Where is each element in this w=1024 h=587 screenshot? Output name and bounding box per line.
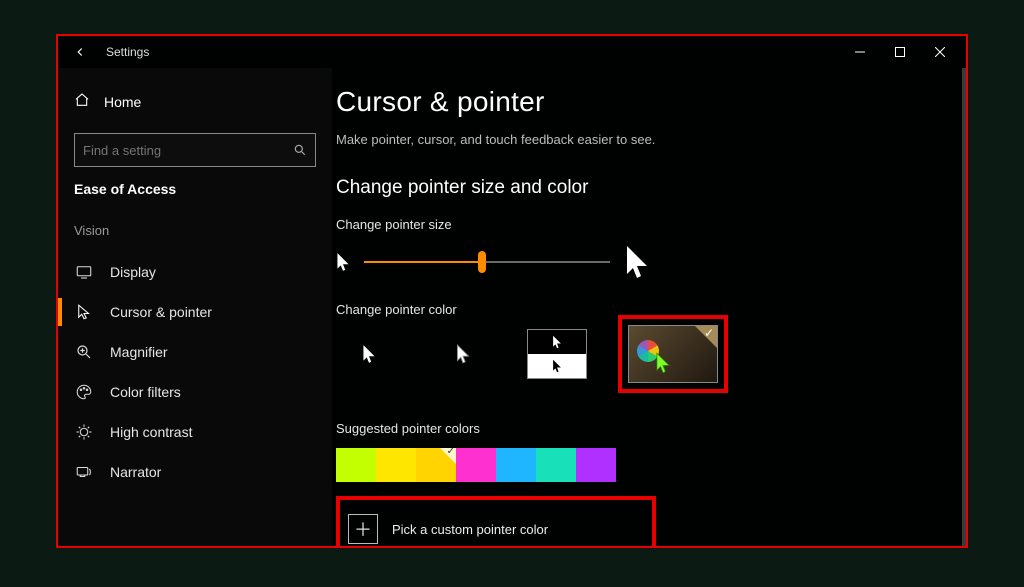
color-swatch[interactable] <box>576 448 616 482</box>
page-title: Cursor & pointer <box>336 86 946 118</box>
magnifier-icon <box>74 343 94 361</box>
color-swatch[interactable] <box>456 448 496 482</box>
page-description: Make pointer, cursor, and touch feedback… <box>336 132 946 147</box>
color-swatch[interactable] <box>536 448 576 482</box>
sidebar-item-cursor-pointer[interactable]: Cursor & pointer <box>68 292 322 332</box>
sidebar-item-display[interactable]: Display <box>68 252 322 292</box>
narrator-icon <box>74 463 94 481</box>
color-swatch[interactable] <box>336 448 376 482</box>
color-swatch[interactable] <box>376 448 416 482</box>
cursor-icon <box>74 303 94 321</box>
window-title: Settings <box>106 45 149 59</box>
maximize-button[interactable] <box>880 38 920 66</box>
sidebar-item-label: High contrast <box>110 424 192 440</box>
cursor-inverted-top-icon <box>552 335 562 349</box>
back-button[interactable] <box>68 40 92 64</box>
arrow-left-icon <box>73 45 87 59</box>
content-scrollbar[interactable] <box>962 68 966 546</box>
pointer-color-black[interactable] <box>430 329 496 379</box>
sidebar-item-high-contrast[interactable]: High contrast <box>68 412 322 452</box>
cursor-white-icon <box>362 344 376 364</box>
pointer-size-slider-row <box>336 244 946 280</box>
home-icon <box>74 92 90 111</box>
display-icon <box>74 263 94 281</box>
sidebar-item-label: Narrator <box>110 464 161 480</box>
minimize-button[interactable] <box>840 38 880 66</box>
sidebar-home[interactable]: Home <box>68 82 322 121</box>
palette-icon <box>74 383 94 401</box>
plus-icon: ＋ <box>354 516 372 542</box>
pointer-size-label: Change pointer size <box>336 217 946 232</box>
cursor-green-icon <box>655 352 671 379</box>
color-swatch[interactable] <box>496 448 536 482</box>
pointer-color-options: ✓ <box>336 329 946 407</box>
pick-custom-color-row: ＋ Pick a custom pointer color <box>336 496 656 546</box>
pointer-size-slider[interactable] <box>364 261 610 263</box>
content-area: Cursor & pointer Make pointer, cursor, a… <box>332 68 966 546</box>
sidebar-item-label: Magnifier <box>110 344 168 360</box>
settings-window: Settings Home <box>56 34 968 548</box>
close-icon <box>935 47 945 57</box>
sidebar-item-label: Color filters <box>110 384 181 400</box>
search-input[interactable] <box>83 143 293 158</box>
titlebar: Settings <box>58 36 966 68</box>
sidebar-home-label: Home <box>104 94 141 110</box>
close-button[interactable] <box>920 38 960 66</box>
check-icon: ✓ <box>447 446 455 457</box>
section-heading: Change pointer size and color <box>336 177 946 199</box>
sidebar-item-label: Cursor & pointer <box>110 304 212 320</box>
slider-thumb[interactable] <box>478 251 486 273</box>
pointer-color-custom[interactable]: ✓ <box>618 315 728 393</box>
suggested-colors-row: ✓ <box>336 448 946 482</box>
check-icon: ✓ <box>704 326 714 340</box>
cursor-inverted-bottom-icon <box>552 359 562 373</box>
color-swatch[interactable]: ✓ <box>416 448 456 482</box>
sidebar-section-title: Ease of Access <box>68 181 322 215</box>
cursor-black-icon <box>456 344 470 364</box>
sidebar: Home Ease of Access Vision Display <box>58 68 332 546</box>
sidebar-item-label: Display <box>110 264 156 280</box>
pointer-color-inverted[interactable] <box>524 329 590 379</box>
search-icon <box>293 143 307 157</box>
sidebar-search[interactable] <box>74 133 316 167</box>
sidebar-item-magnifier[interactable]: Magnifier <box>68 332 322 372</box>
suggested-colors-label: Suggested pointer colors <box>336 421 946 436</box>
sidebar-item-narrator[interactable]: Narrator <box>68 452 322 492</box>
pick-custom-color-button[interactable]: ＋ <box>348 514 378 544</box>
minimize-icon <box>855 47 865 57</box>
cursor-large-icon <box>624 244 650 280</box>
pointer-color-white[interactable] <box>336 329 402 379</box>
sidebar-item-color-filters[interactable]: Color filters <box>68 372 322 412</box>
sidebar-group-label: Vision <box>68 215 322 252</box>
contrast-icon <box>74 423 94 441</box>
pick-custom-color-label: Pick a custom pointer color <box>392 522 548 537</box>
maximize-icon <box>895 47 905 57</box>
cursor-small-icon <box>336 252 350 272</box>
